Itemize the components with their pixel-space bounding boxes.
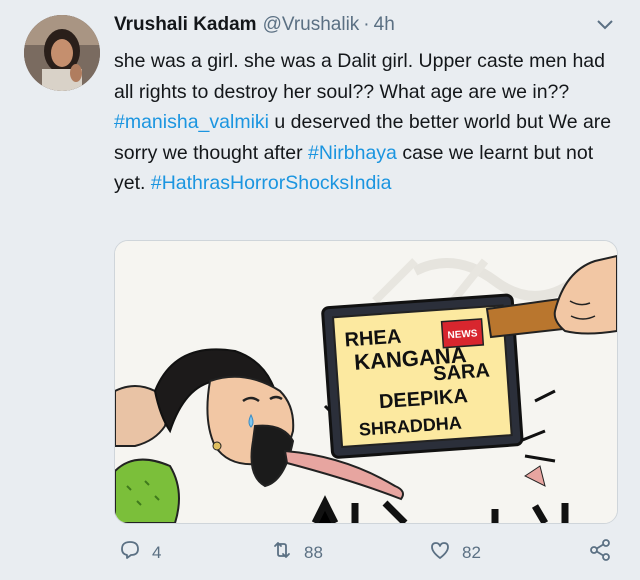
tweet-header: Vrushali Kadam @Vrushalik · 4h [114, 14, 395, 44]
hashtag-nirbhaya[interactable]: #Nirbhaya [308, 142, 397, 164]
retweet-icon [270, 538, 294, 567]
retweet-button[interactable]: 88 [270, 538, 323, 567]
like-count: 82 [462, 542, 481, 562]
retweet-count: 88 [304, 542, 323, 562]
tweet-actions: 4 88 82 [0, 530, 640, 578]
author-name[interactable]: Vrushali Kadam [114, 14, 257, 36]
text-part: she was a girl. she was a Dalit girl. Up… [114, 50, 605, 103]
tweet-text: she was a girl. she was a Dalit girl. Up… [114, 46, 624, 199]
avatar[interactable] [24, 15, 100, 91]
tweet-card[interactable]: Vrushali Kadam @Vrushalik · 4h she was a… [0, 0, 640, 580]
reply-button[interactable]: 4 [118, 538, 161, 567]
reply-icon [118, 538, 142, 567]
book-line: SARA [432, 360, 490, 386]
like-icon [428, 538, 452, 567]
chevron-down-icon[interactable] [596, 18, 614, 32]
hashtag-manisha-valmiki[interactable]: #manisha_valmiki [114, 111, 269, 133]
cartoon-illustration: NEWS RHEA KANGANA SARA DEEPIKA SHRADDHA [115, 241, 617, 523]
author-handle[interactable]: @Vrushalik [263, 14, 360, 36]
hashtag-hathras[interactable]: #HathrasHorrorShocksIndia [151, 172, 392, 194]
share-icon [588, 538, 612, 567]
like-button[interactable]: 82 [428, 538, 481, 567]
news-badge: NEWS [447, 328, 478, 341]
timestamp[interactable]: 4h [374, 14, 395, 36]
separator: · [363, 14, 370, 35]
tweet-media-image[interactable]: NEWS RHEA KANGANA SARA DEEPIKA SHRADDHA [114, 240, 618, 524]
share-button[interactable] [588, 538, 612, 567]
reply-count: 4 [152, 542, 162, 562]
